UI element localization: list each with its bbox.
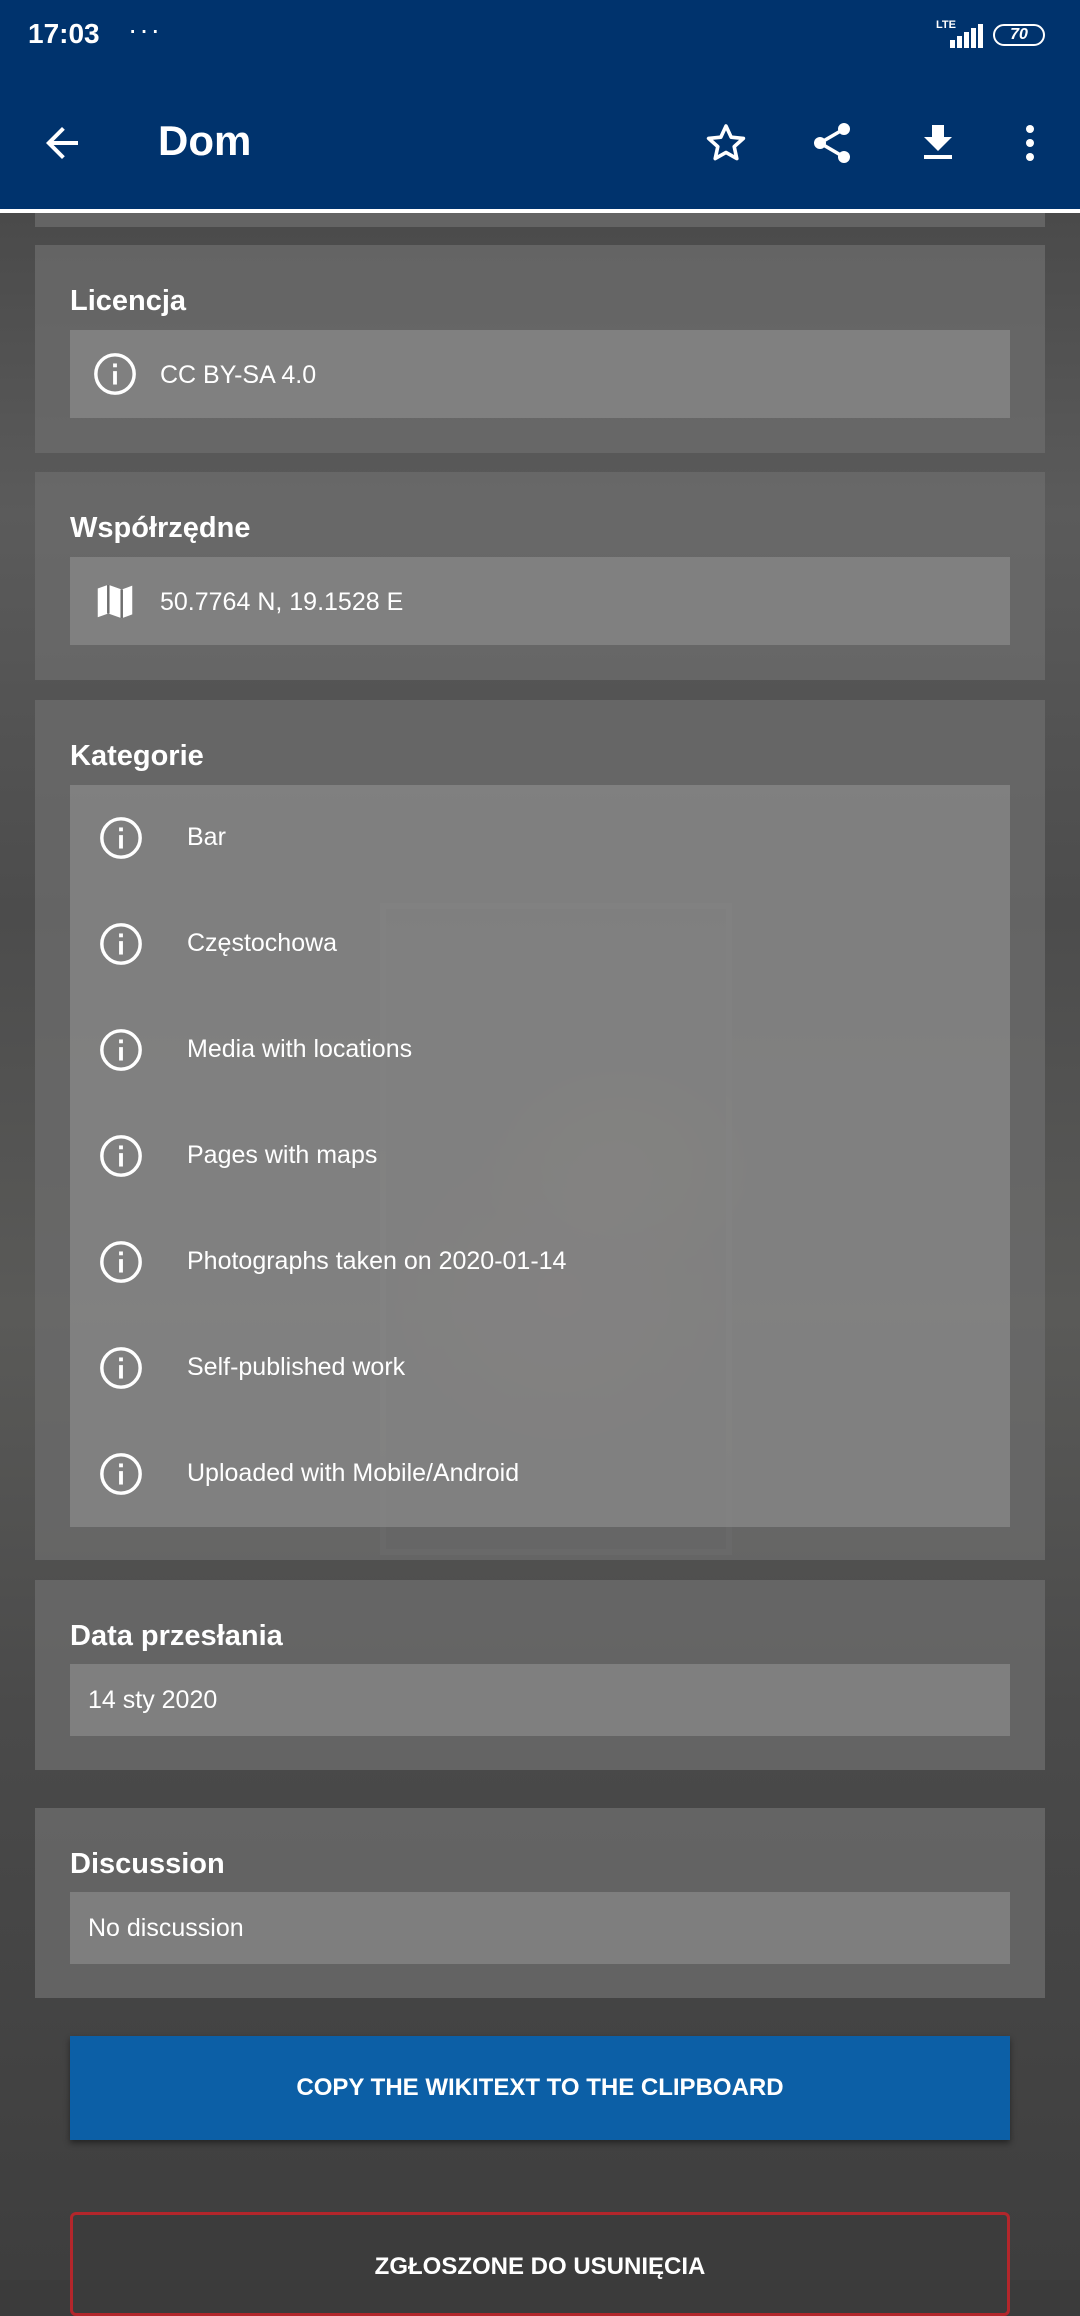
category-label: Self-published work bbox=[187, 1353, 406, 1381]
category-label: Photographs taken on 2020-01-14 bbox=[187, 1247, 567, 1275]
status-time: 17:03 bbox=[28, 18, 100, 49]
download-icon[interactable] bbox=[914, 119, 962, 167]
app-bar: Dom bbox=[0, 73, 1080, 213]
category-item[interactable]: Photographs taken on 2020-01-14 bbox=[70, 1209, 1010, 1315]
status-notification-dots: ··· bbox=[128, 14, 162, 45]
upload-date-card: Data przesłania 14 sty 2020 bbox=[35, 1580, 1045, 1770]
license-value: CC BY-SA 4.0 bbox=[160, 361, 317, 389]
category-item[interactable]: Częstochowa bbox=[70, 891, 1010, 997]
info-icon bbox=[100, 1453, 142, 1495]
more-vert-icon[interactable] bbox=[1006, 119, 1054, 167]
category-item[interactable]: Self-published work bbox=[70, 1315, 1010, 1421]
category-item[interactable]: Bar bbox=[70, 785, 1010, 891]
info-icon bbox=[100, 1029, 142, 1071]
battery-indicator: 70 bbox=[993, 24, 1045, 46]
page-title: Dom bbox=[158, 117, 252, 164]
nominated-for-deletion-button[interactable]: ZGŁOSZONE DO USUNIĘCIA bbox=[70, 2212, 1010, 2316]
category-label: Częstochowa bbox=[187, 929, 338, 957]
info-icon bbox=[100, 1241, 142, 1283]
coordinates-title: Współrzędne bbox=[70, 512, 251, 544]
category-label: Bar bbox=[187, 823, 226, 851]
upload-date-title: Data przesłania bbox=[70, 1620, 283, 1652]
categories-list: Bar Częstochowa Media with locations Pag… bbox=[70, 785, 1010, 1527]
license-field[interactable]: CC BY-SA 4.0 bbox=[70, 330, 1010, 418]
copy-wikitext-button[interactable]: COPY THE WIKITEXT TO THE CLIPBOARD bbox=[70, 2036, 1010, 2140]
license-card: Licencja CC BY-SA 4.0 bbox=[35, 245, 1045, 453]
coordinates-field[interactable]: 50.7764 N, 19.1528 E bbox=[70, 557, 1010, 645]
category-item[interactable]: Media with locations bbox=[70, 997, 1010, 1103]
discussion-card: Discussion No discussion bbox=[35, 1808, 1045, 1998]
discussion-field[interactable]: No discussion bbox=[70, 1892, 1010, 1964]
category-label: Pages with maps bbox=[187, 1141, 378, 1169]
upload-date-field: 14 sty 2020 bbox=[70, 1664, 1010, 1736]
category-item[interactable]: Pages with maps bbox=[70, 1103, 1010, 1209]
upload-date-value: 14 sty 2020 bbox=[88, 1686, 218, 1714]
previous-card-edge bbox=[35, 213, 1045, 227]
license-title: Licencja bbox=[70, 285, 187, 317]
categories-title: Kategorie bbox=[70, 740, 204, 772]
back-arrow-icon[interactable] bbox=[38, 119, 86, 167]
share-icon[interactable] bbox=[808, 119, 856, 167]
info-icon bbox=[100, 1135, 142, 1177]
signal-icon bbox=[950, 24, 983, 48]
info-icon bbox=[100, 1347, 142, 1389]
discussion-value: No discussion bbox=[88, 1914, 244, 1942]
map-icon bbox=[97, 584, 133, 619]
category-item[interactable]: Uploaded with Mobile/Android bbox=[70, 1421, 1010, 1527]
status-bar: 17:03 ··· LTE 70 bbox=[0, 0, 1080, 73]
category-label: Uploaded with Mobile/Android bbox=[187, 1459, 520, 1487]
category-label: Media with locations bbox=[187, 1035, 413, 1063]
star-icon[interactable] bbox=[702, 119, 750, 167]
info-icon bbox=[100, 817, 142, 859]
info-icon bbox=[100, 923, 142, 965]
coordinates-value: 50.7764 N, 19.1528 E bbox=[160, 588, 404, 616]
info-icon bbox=[94, 353, 136, 395]
categories-card: Kategorie Bar Częstochowa Media with loc… bbox=[35, 700, 1045, 1560]
coordinates-card: Współrzędne 50.7764 N, 19.1528 E bbox=[35, 472, 1045, 680]
discussion-title: Discussion bbox=[70, 1848, 225, 1880]
